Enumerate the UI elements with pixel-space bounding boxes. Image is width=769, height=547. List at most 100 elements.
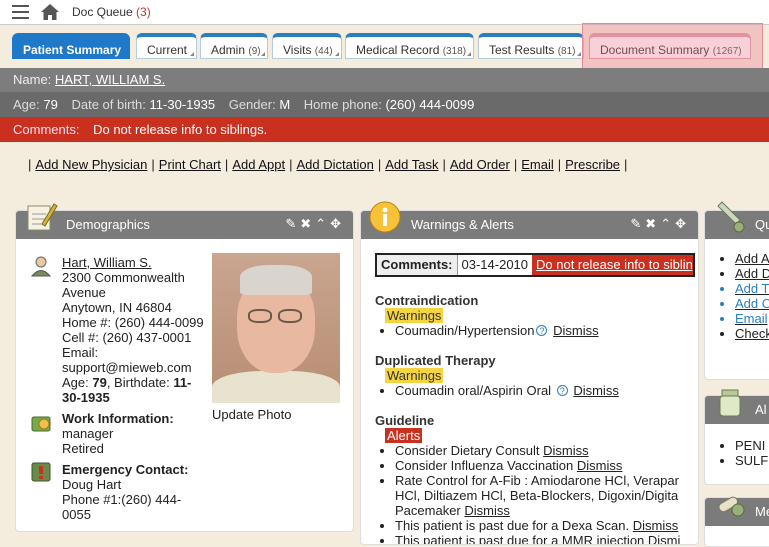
quick-link[interactable]: Add A [735, 251, 769, 266]
update-photo-link[interactable]: Update Photo [212, 407, 292, 422]
jar-icon [719, 389, 741, 417]
tab-count: (318) [442, 46, 467, 57]
collapse-icon[interactable]: ⌃ [315, 216, 330, 231]
patient-name-link[interactable]: HART, WILLIAM S. [55, 72, 165, 87]
tab-count: (44) [314, 46, 333, 57]
quick-links-panel: Qu Add A Add D Add T Add O Email Check [704, 210, 769, 380]
quick-link[interactable]: Email [735, 311, 769, 326]
patient-photo [212, 253, 340, 403]
work-icon [31, 416, 51, 432]
quick-link[interactable]: Check [735, 326, 769, 341]
demographics-panel: Demographics ✎✖⌃✥ Hart, William S. 2300 … [15, 210, 354, 532]
cell-phone: Cell #: (260) 437-0001 [62, 330, 192, 345]
quick-link[interactable]: Add D [735, 266, 769, 281]
move-icon[interactable]: ✥ [675, 216, 690, 231]
comments-text: Do not release info to siblings. [93, 122, 268, 137]
warnings-tag: Warnings [385, 308, 444, 323]
tab-visits[interactable]: Visits (44) [272, 33, 342, 59]
edit-icon[interactable]: ✎ [630, 216, 645, 231]
home-phone: Home #: (260) 444-0099 [62, 315, 204, 330]
address-line: 2300 Commonwealth [62, 270, 185, 285]
list-item: This patient is past due for a Dexa Scan… [395, 518, 695, 533]
comments-label: Comments: [13, 122, 80, 137]
dismiss-link[interactable]: Dismiss [573, 383, 619, 398]
age-label: Age: [13, 97, 40, 112]
edit-icon[interactable]: ✎ [285, 216, 300, 231]
top-bar: Doc Queue (3) [0, 0, 769, 25]
close-icon[interactable]: ✖ [300, 216, 315, 231]
quick-links: Add A Add D Add T Add O Email Check [715, 251, 769, 341]
duplicated-therapy-section: Duplicated Therapy Warnings Coumadin ora… [375, 353, 695, 398]
panel-header[interactable]: Warnings & Alerts ✎✖⌃✥ [361, 211, 698, 239]
dismiss-link[interactable]: Dismiss [553, 323, 599, 338]
panel-title: Qu [755, 217, 769, 232]
section-title: Duplicated Therapy [375, 353, 496, 368]
tab-current[interactable]: Current [136, 33, 197, 59]
list-item: Consider Dietary Consult Dismiss [395, 443, 695, 458]
notepad-icon [27, 203, 58, 231]
panel-header[interactable]: Demographics ✎✖⌃✥ [16, 211, 353, 239]
help-icon[interactable]: ? [556, 385, 568, 396]
emergency-title: Emergency Contact: [62, 462, 189, 477]
list-item: Coumadin oral/Aspirin Oral ? Dismiss [395, 383, 695, 398]
add-order-link[interactable]: Add Order [450, 157, 510, 172]
tab-test-results[interactable]: Test Results (81) [478, 33, 584, 59]
collapse-icon[interactable]: ⌃ [660, 216, 675, 231]
emergency-phone: 0055 [62, 507, 91, 522]
doc-queue-label: Doc Queue [72, 5, 133, 19]
quick-link[interactable]: Add O [735, 296, 769, 311]
email-link[interactable]: Email [521, 157, 554, 172]
tab-count: (81) [557, 46, 576, 57]
tab-patient-summary[interactable]: Patient Summary [12, 33, 130, 59]
doc-queue-count: (3) [136, 5, 151, 19]
add-appt-link[interactable]: Add Appt [232, 157, 285, 172]
move-icon[interactable]: ✥ [330, 216, 345, 231]
hamburger-menu-icon[interactable] [12, 5, 29, 19]
work-title: Work Information: [62, 411, 174, 426]
close-icon[interactable]: ✖ [645, 216, 660, 231]
dismiss-link[interactable]: Dismi [648, 533, 681, 544]
print-chart-link[interactable]: Print Chart [159, 157, 221, 172]
doc-queue-link[interactable]: Doc Queue (3) [72, 5, 151, 19]
quick-link[interactable]: Add T [735, 281, 769, 296]
tab-label: Visits [283, 43, 312, 57]
comments-bar: Comments: Do not release info to sibling… [0, 117, 769, 142]
panel-controls: ✎✖⌃✥ [630, 216, 690, 232]
info-icon [369, 201, 401, 233]
warnings-panel: Warnings & Alerts ✎✖⌃✥ Comments: 03-14-20… [360, 210, 699, 545]
tab-label: Current [147, 43, 188, 57]
dismiss-link[interactable]: Dismiss [543, 443, 589, 458]
list-item: This patient is past due for a MMR injec… [395, 533, 695, 544]
emergency-name: Doug Hart [62, 477, 122, 492]
tab-label: Medical Record [356, 43, 440, 57]
tab-admin[interactable]: Admin (9) [200, 33, 268, 59]
section-title: Guideline [375, 413, 435, 428]
add-new-physician-link[interactable]: Add New Physician [35, 157, 147, 172]
alerts-tag: Alerts [385, 428, 423, 443]
prescribe-link[interactable]: Prescribe [565, 157, 620, 172]
emergency-phone: Phone #1:(260) 444- [62, 492, 182, 507]
panel-controls: ✎✖⌃✥ [285, 216, 345, 232]
email-label: Email: [62, 345, 99, 360]
address-line: Anytown, IN 46804 [62, 300, 172, 315]
list-item: SULF [735, 453, 768, 468]
add-dictation-link[interactable]: Add Dictation [296, 157, 373, 172]
list-item: Consider Influenza Vaccination Dismiss [395, 458, 695, 473]
home-icon[interactable] [40, 3, 60, 21]
add-task-link[interactable]: Add Task [385, 157, 438, 172]
tab-medical-record[interactable]: Medical Record (318) [345, 33, 474, 59]
emergency-icon [31, 462, 51, 482]
phone-value: (260) 444-0099 [385, 97, 475, 112]
allergy-list: PENI SULF [715, 438, 768, 468]
patient-name-link[interactable]: Hart, William S. [62, 255, 152, 270]
address-line: Avenue [62, 285, 106, 300]
tab-label: Test Results [489, 43, 555, 57]
comments-label: Comments: [377, 255, 458, 275]
patient-contact: Hart, William S. 2300 Commonwealth Avenu… [62, 255, 212, 405]
comments-link[interactable]: Do not release info to siblings [532, 255, 693, 275]
dismiss-link[interactable]: Dismiss [464, 503, 510, 518]
dismiss-link[interactable]: Dismiss [577, 458, 623, 473]
dismiss-link[interactable]: Dismiss [633, 518, 679, 533]
help-icon[interactable]: ? [536, 325, 548, 336]
list-item: PENI [735, 438, 768, 453]
